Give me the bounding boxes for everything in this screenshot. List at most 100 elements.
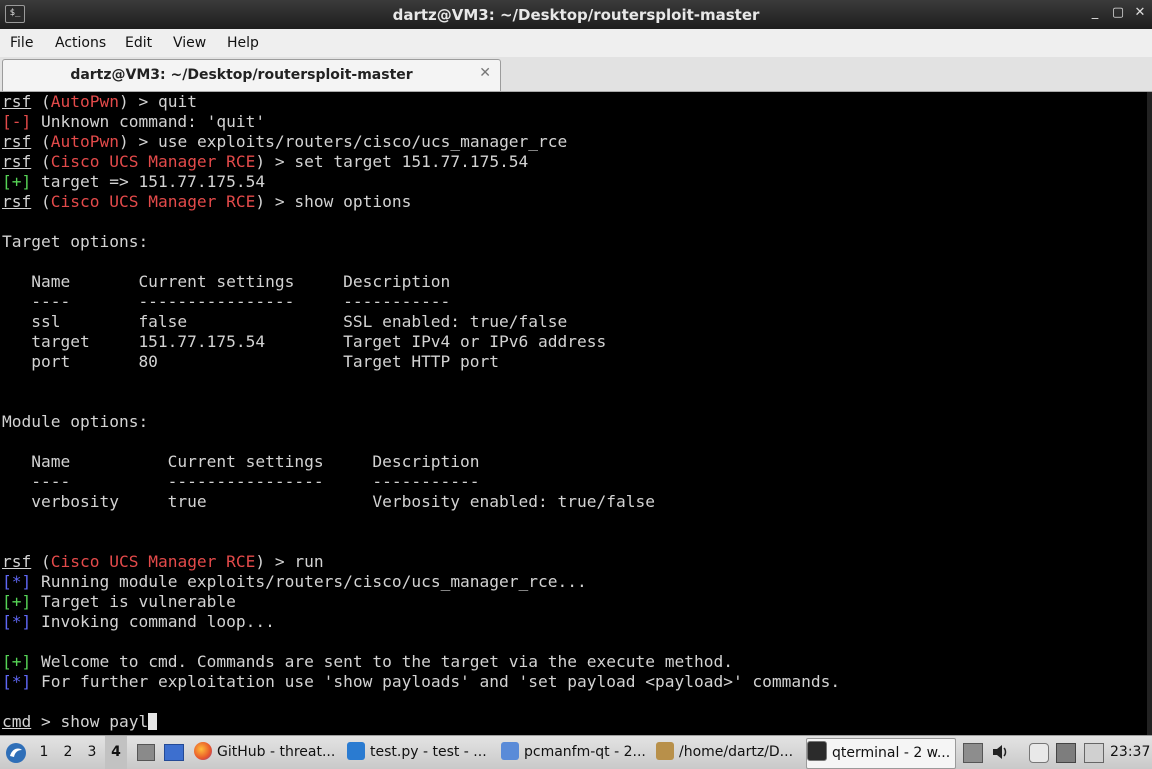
task-firefox-label: GitHub - threat... — [217, 744, 336, 760]
terminal-text-segment: Name Current settings Description — [2, 452, 480, 471]
terminal-text-segment: ) > set target 151.77.175.54 — [255, 152, 529, 171]
terminal-cursor — [148, 713, 158, 730]
terminal-text-segment: ( — [31, 92, 51, 111]
keyboard-icon[interactable] — [1084, 743, 1104, 763]
terminal-line: cmd > show payl — [2, 712, 158, 732]
maximize-button[interactable]: ▢ — [1109, 4, 1127, 22]
task-pcmanfm[interactable]: pcmanfm-qt - 2... — [501, 738, 651, 767]
file-manager-launcher[interactable] — [162, 736, 184, 769]
terminal-text-segment: Cisco UCS Manager RCE — [50, 552, 256, 571]
taskbar: 1 2 3 4 GitHub - threat... test.py - tes… — [0, 735, 1152, 769]
task-vscode[interactable]: test.py - test - ... — [347, 738, 492, 767]
terminal-text-segment: Module options: — [2, 412, 149, 431]
task-qterminal-label: qterminal - 2 w... — [832, 745, 951, 761]
tab-close-icon[interactable]: ✕ — [479, 65, 491, 81]
terminal-text-segment: ( — [31, 552, 51, 571]
terminal-line: Target options: — [2, 232, 148, 252]
terminal-line: [+] target => 151.77.175.54 — [2, 172, 265, 192]
terminal-line: Name Current settings Description — [2, 452, 480, 472]
terminal-line: rsf (Cisco UCS Manager RCE) > show optio… — [2, 192, 411, 212]
lxqt-logo-icon — [6, 743, 26, 763]
terminal-text-segment: rsf — [2, 192, 32, 211]
eject-icon[interactable] — [963, 743, 983, 763]
terminal-line: ssl false SSL enabled: true/false — [2, 312, 567, 332]
terminal-text-segment: ) > show options — [255, 192, 412, 211]
terminal-line: [+] Target is vulnerable — [2, 592, 236, 612]
window-titlebar[interactable]: $_ dartz@VM3: ~/Desktop/routersploit-mas… — [0, 0, 1152, 29]
terminal-text-segment: port 80 Target HTTP port — [2, 352, 500, 371]
menu-edit[interactable]: Edit — [125, 35, 152, 51]
terminal-line: Module options: — [2, 412, 148, 432]
terminal-tab[interactable]: dartz@VM3: ~/Desktop/routersploit-master… — [2, 59, 501, 91]
terminal-text-segment: [*] — [2, 572, 32, 591]
terminal-text-segment: cmd — [2, 712, 32, 731]
clipboard-icon[interactable] — [1029, 743, 1049, 763]
terminal-text-segment: ---- ---------------- ----------- — [2, 472, 480, 491]
clock[interactable]: 23:37 — [1110, 736, 1150, 769]
terminal-text-segment: ) > run — [255, 552, 324, 571]
task-image-viewer[interactable]: /home/dartz/D... — [656, 738, 801, 767]
terminal-text-segment: rsf — [2, 132, 32, 151]
terminal-text-segment: ( — [31, 152, 51, 171]
start-menu-button[interactable] — [4, 736, 28, 769]
show-desktop-button[interactable] — [135, 736, 157, 769]
terminal-text-segment: rsf — [2, 552, 32, 571]
network-icon[interactable] — [1056, 743, 1076, 763]
terminal-line: port 80 Target HTTP port — [2, 352, 499, 372]
terminal-text-segment: ) > use exploits/routers/cisco/ucs_manag… — [118, 132, 568, 151]
terminal-line: Name Current settings Description — [2, 272, 450, 292]
workspace-2[interactable]: 2 — [57, 736, 79, 769]
task-qterminal[interactable]: qterminal - 2 w... — [806, 738, 956, 769]
workspace-1[interactable]: 1 — [33, 736, 55, 769]
terminal-line: [*] For further exploitation use 'show p… — [2, 672, 840, 692]
terminal-text-segment: ssl false SSL enabled: true/false — [2, 312, 568, 331]
terminal-text-segment: Target is vulnerable — [31, 592, 236, 611]
terminal-text-segment: Invoking command loop... — [31, 612, 275, 631]
window-title: dartz@VM3: ~/Desktop/routersploit-master — [392, 6, 760, 24]
menu-bar: File Actions Edit View Help — [0, 29, 1152, 57]
menu-file[interactable]: File — [10, 35, 33, 51]
terminal-text-segment: ---- ---------------- ----------- — [2, 292, 451, 311]
image-viewer-icon — [656, 742, 674, 760]
terminal-text-segment: > show payl — [31, 712, 149, 731]
menu-help[interactable]: Help — [227, 35, 259, 51]
terminal-text-segment: [-] — [2, 112, 32, 131]
terminal-icon — [807, 741, 827, 761]
terminal-text-segment: AutoPwn — [50, 132, 119, 151]
terminal-line: [*] Invoking command loop... — [2, 612, 275, 632]
menu-actions[interactable]: Actions — [55, 35, 106, 51]
terminal-text-segment: target 151.77.175.54 Target IPv4 or IPv6… — [2, 332, 607, 351]
terminal-text-segment: Running module exploits/routers/cisco/uc… — [31, 572, 587, 591]
terminal-line: [-] Unknown command: 'quit' — [2, 112, 265, 132]
terminal-scrollbar[interactable] — [1147, 92, 1152, 735]
terminal-output[interactable]: rsf (AutoPwn) > quit [-] Unknown command:… — [0, 92, 1152, 735]
terminal-text-segment: [+] — [2, 172, 32, 191]
task-image-viewer-label: /home/dartz/D... — [679, 744, 794, 760]
workspace-4[interactable]: 4 — [105, 736, 127, 769]
terminal-text-segment: [*] — [2, 672, 32, 691]
folder-icon — [501, 742, 519, 760]
terminal-line: verbosity true Verbosity enabled: true/f… — [2, 492, 655, 512]
terminal-text-segment: ) > quit — [118, 92, 197, 111]
menu-view[interactable]: View — [173, 35, 206, 51]
terminal-line: rsf (AutoPwn) > quit — [2, 92, 197, 112]
terminal-text-segment: rsf — [2, 92, 32, 111]
terminal-text-segment: [+] — [2, 592, 32, 611]
minimize-button[interactable]: _ — [1086, 4, 1104, 22]
workspace-3[interactable]: 3 — [81, 736, 103, 769]
volume-glyph — [993, 745, 1007, 759]
tab-label: dartz@VM3: ~/Desktop/routersploit-master — [70, 67, 413, 83]
terminal-text-segment: Target options: — [2, 232, 149, 251]
terminal-line: target 151.77.175.54 Target IPv4 or IPv6… — [2, 332, 606, 352]
terminal-text-segment: Welcome to cmd. Commands are sent to the… — [31, 652, 733, 671]
terminal-text-segment: target => 151.77.175.54 — [31, 172, 266, 191]
terminal-line: rsf (Cisco UCS Manager RCE) > set target… — [2, 152, 528, 172]
task-firefox[interactable]: GitHub - threat... — [194, 738, 340, 767]
terminal-text-segment: Cisco UCS Manager RCE — [50, 192, 256, 211]
volume-icon[interactable] — [991, 743, 1009, 761]
tab-bar: dartz@VM3: ~/Desktop/routersploit-master… — [0, 57, 1152, 92]
terminal-line: [+] Welcome to cmd. Commands are sent to… — [2, 652, 733, 672]
close-window-button[interactable]: ✕ — [1131, 4, 1149, 22]
terminal-text-segment: rsf — [2, 152, 32, 171]
desktop-icon — [137, 744, 155, 761]
